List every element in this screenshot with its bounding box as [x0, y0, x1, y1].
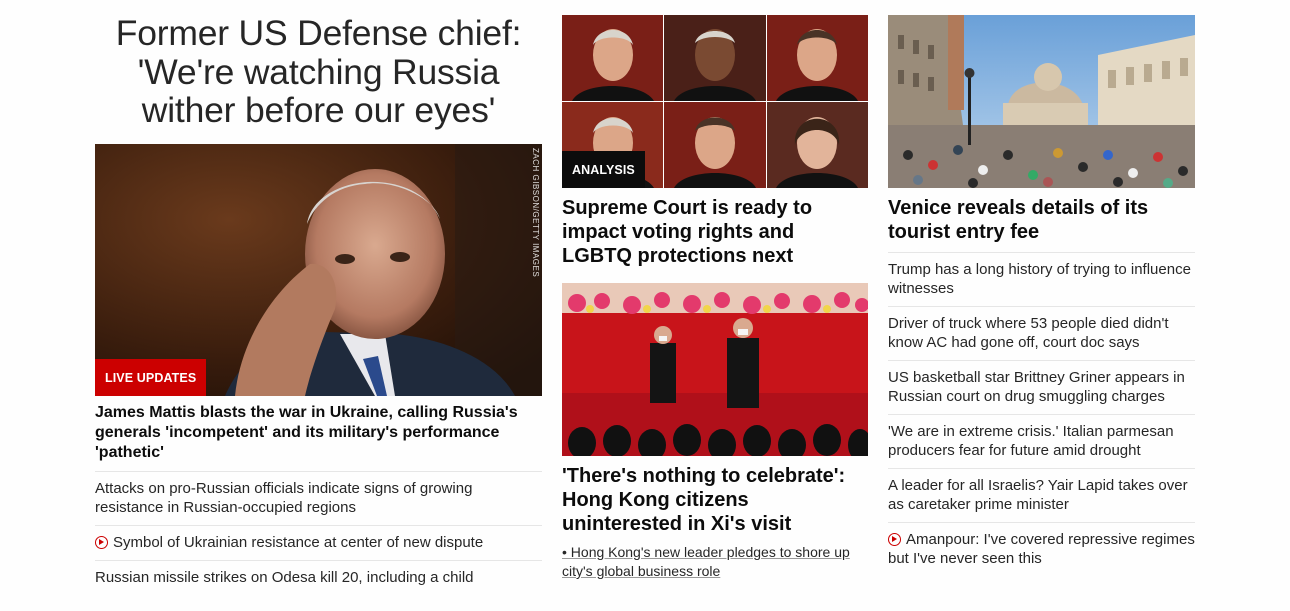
list-item[interactable]: Symbol of Ukrainian resistance at center… — [95, 524, 542, 560]
list-item[interactable]: Driver of truck where 53 people died did… — [888, 306, 1195, 360]
list-item-text: Symbol of Ukrainian resistance at center… — [113, 533, 484, 551]
lead-image[interactable]: ZACH GIBSON/GETTY IMAGES LIVE UPDATES — [95, 143, 542, 396]
list-item[interactable]: Amanpour: I've covered repressive regime… — [888, 522, 1195, 576]
right-related-list: Trump has a long history of trying to in… — [888, 252, 1195, 576]
xi-ceremony-photo — [562, 283, 868, 456]
analysis-badge[interactable]: ANALYSIS — [562, 151, 645, 188]
list-item-text: A leader for all Israelis? Yair Lapid ta… — [888, 477, 1188, 513]
supreme-court-image[interactable]: ANALYSIS — [562, 15, 868, 188]
hong-kong-related: • Hong Kong's new leader pledges to shor… — [562, 543, 868, 581]
list-item-text: 'We are in extreme crisis.' Italian parm… — [888, 423, 1174, 459]
venice-headline[interactable]: Venice reveals details of its tourist en… — [888, 196, 1195, 244]
play-video-icon — [95, 535, 108, 549]
right-column: Venice reveals details of its tourist en… — [888, 0, 1195, 576]
play-video-icon — [888, 533, 901, 546]
list-item[interactable]: US basketball star Brittney Griner appea… — [888, 360, 1195, 414]
list-item[interactable]: Russian missile strikes on Odesa kill 20… — [95, 559, 542, 595]
list-item-text: Attacks on pro-Russian officials indicat… — [95, 479, 473, 516]
lead-column: Former US Defense chief: 'We're watching… — [95, 0, 542, 595]
list-item-text: Trump has a long history of trying to in… — [888, 261, 1191, 297]
supreme-court-headline[interactable]: Supreme Court is ready to impact voting … — [562, 196, 868, 268]
list-item-text: Russian missile strikes on Odesa kill 20… — [95, 568, 474, 586]
hong-kong-related-link[interactable]: • Hong Kong's new leader pledges to shor… — [562, 544, 850, 579]
venice-square-photo — [888, 15, 1195, 188]
hong-kong-image[interactable] — [562, 283, 868, 456]
venice-image[interactable] — [888, 15, 1195, 188]
list-item-text: Amanpour: I've covered repressive regime… — [888, 531, 1195, 567]
lead-headline[interactable]: James Mattis blasts the war in Ukraine, … — [95, 403, 542, 463]
middle-column: ANALYSIS Supreme Court is ready to impac… — [562, 0, 868, 581]
live-updates-badge[interactable]: LIVE UPDATES — [95, 358, 207, 396]
lead-related-list: Attacks on pro-Russian officials indicat… — [95, 470, 542, 595]
list-item[interactable]: 'We are in extreme crisis.' Italian parm… — [888, 414, 1195, 468]
hong-kong-headline[interactable]: 'There's nothing to celebrate': Hong Kon… — [562, 464, 868, 536]
image-credit: ZACH GIBSON/GETTY IMAGES — [531, 147, 540, 277]
list-item-text: US basketball star Brittney Griner appea… — [888, 369, 1185, 405]
list-item[interactable]: Attacks on pro-Russian officials indicat… — [95, 470, 542, 525]
list-item[interactable]: Trump has a long history of trying to in… — [888, 252, 1195, 306]
list-item[interactable]: A leader for all Israelis? Yair Lapid ta… — [888, 468, 1195, 522]
lead-title[interactable]: Former US Defense chief: 'We're watching… — [95, 14, 542, 130]
list-item-text: Driver of truck where 53 people died did… — [888, 315, 1169, 351]
